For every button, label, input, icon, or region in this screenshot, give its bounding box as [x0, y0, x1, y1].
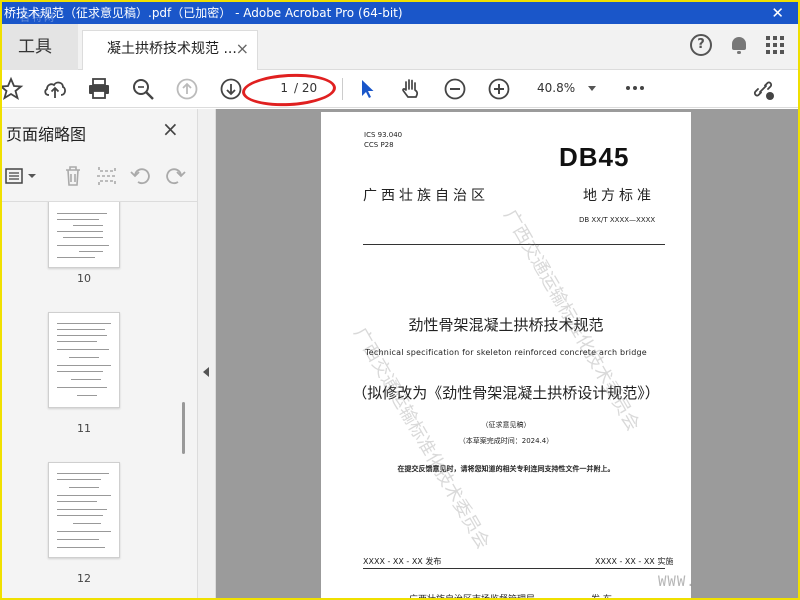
thumbnail-page-10[interactable] [48, 202, 120, 268]
search-icon[interactable] [130, 76, 156, 102]
zoom-level-dropdown[interactable]: 40.8% [530, 78, 600, 100]
doc-standard-code: DB45 [559, 142, 630, 172]
page-down-icon[interactable] [218, 76, 244, 102]
doc-implement-date: XXXX - XX - XX 实施 [595, 557, 674, 566]
doc-patent-notice: 在提交反馈意见时，请将您知道的相关专利连同支持性文件一并附上。 [397, 465, 615, 473]
acrobat-window: 桥技术规范（征求意见稿）.pdf（已加密） - Adobe Acrobat Pr… [0, 0, 800, 600]
thumbnail-label: 11 [77, 422, 91, 435]
panel-collapse-handle[interactable] [198, 109, 216, 598]
select-cursor-icon[interactable] [354, 76, 380, 102]
page-up-icon[interactable] [174, 76, 200, 102]
more-tools-icon[interactable] [626, 86, 644, 90]
tab-document[interactable]: 凝土拱桥技术规范 ... × [82, 30, 258, 70]
panel-close-icon[interactable]: × [162, 117, 179, 141]
corner-watermark-www: WWW. [658, 574, 696, 590]
doc-ics-ccs: ICS 93.040 CCS P28 [364, 130, 402, 150]
tab-tools[interactable]: 工具 [2, 24, 78, 70]
thumbnail-label: 10 [77, 272, 91, 285]
apps-grid-icon[interactable] [766, 36, 784, 54]
page-thumbnails-panel: 页面缩略图 × 10 11 12 [2, 109, 198, 598]
window-title: 桥技术规范（征求意见稿）.pdf（已加密） - Adobe Acrobat Pr… [4, 6, 403, 20]
annotation-red-circle [241, 71, 337, 109]
help-icon[interactable]: ? [690, 34, 712, 56]
share-link-icon[interactable] [750, 76, 776, 102]
scrollbar-thumb[interactable] [182, 402, 185, 454]
doc-ccs: CCS P28 [364, 141, 394, 149]
star-icon[interactable] [0, 76, 24, 102]
document-viewer[interactable]: ICS 93.040 CCS P28 DB45 广西壮族自治区 地方标准 DB … [216, 109, 798, 600]
tab-document-label: 凝土拱桥技术规范 ... [107, 41, 237, 57]
chevron-left-icon [203, 367, 209, 377]
doc-ics: ICS 93.040 [364, 131, 403, 139]
thumbnail-list: 10 11 12 [2, 202, 178, 598]
bell-icon[interactable] [730, 35, 748, 55]
doc-standard-type: 地方标准 [583, 188, 655, 204]
panel-title: 页面缩略图 [6, 125, 87, 144]
zoom-level-value: 40.8% [537, 81, 576, 95]
rotate-right-icon[interactable] [162, 163, 188, 189]
zoom-in-icon[interactable] [486, 76, 512, 102]
doc-issuer: 广西壮族自治区市场监督管理局 [409, 595, 536, 600]
doc-completed-date: （本草案完成时间：2024.4） [458, 437, 554, 445]
doc-bottom-rule [363, 568, 665, 569]
delete-icon[interactable] [60, 163, 86, 189]
window-close-button[interactable]: ✕ [771, 2, 784, 24]
extract-pages-icon[interactable] [94, 163, 120, 189]
doc-publish-date: XXXX - XX - XX 发布 [363, 557, 442, 566]
thumbnail-page-12[interactable] [48, 462, 120, 558]
thumbnail-label: 12 [77, 572, 91, 585]
hand-tool-icon[interactable] [398, 76, 424, 102]
doc-issue-word: 发 布 [591, 595, 612, 600]
top-icons: ? [690, 34, 784, 56]
thumbnail-page-11[interactable] [48, 312, 120, 408]
options-menu-icon[interactable] [4, 165, 38, 187]
doc-standard-number: DB XX/T XXXX—XXXX [579, 216, 656, 224]
zoom-out-icon[interactable] [442, 76, 468, 102]
doc-region: 广西壮族自治区 [363, 188, 489, 204]
cloud-upload-icon[interactable] [42, 76, 68, 102]
tab-close-icon[interactable]: × [236, 31, 249, 67]
rotate-left-icon[interactable] [128, 163, 154, 189]
pdf-page-1: ICS 93.040 CCS P28 DB45 广西壮族自治区 地方标准 DB … [321, 112, 691, 600]
print-icon[interactable] [86, 76, 112, 102]
tab-bar: 工具 凝土拱桥技术规范 ... × ? [2, 24, 798, 70]
title-bar: 桥技术规范（征求意见稿）.pdf（已加密） - Adobe Acrobat Pr… [2, 2, 798, 24]
corner-watermark: 百特网 [20, 13, 56, 24]
main-toolbar: 1 / 20 40.8% [0, 70, 798, 109]
thumbnail-toolbar [2, 159, 198, 191]
thumbnail-scrollbar[interactable] [178, 202, 190, 598]
chevron-down-icon [588, 86, 596, 91]
toolbar-separator [342, 78, 343, 100]
